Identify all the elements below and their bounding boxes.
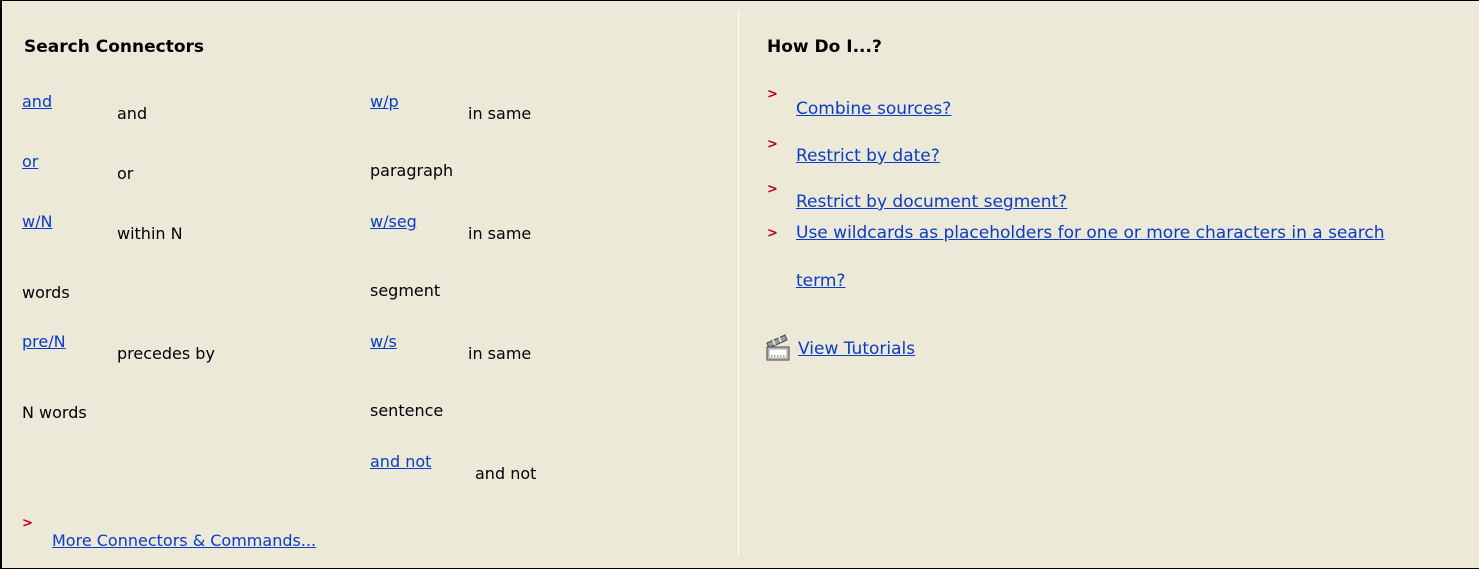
bullet-arrow-icon: > <box>767 87 778 102</box>
more-connectors-link[interactable]: More Connectors & Commands... <box>52 531 316 550</box>
connector-pren-desc: precedes by <box>117 344 215 363</box>
connector-wn-link[interactable]: w/N <box>22 212 52 231</box>
connector-wseg-desc: in same <box>468 224 532 243</box>
howto-wildcards-link-cont[interactable]: term? <box>796 271 845 291</box>
search-connectors-heading: Search Connectors <box>24 37 205 57</box>
connector-or-desc: or <box>117 164 134 183</box>
how-do-i-heading: How Do I...? <box>767 37 882 57</box>
connector-ws-desc: in same <box>468 344 532 363</box>
connector-ws-link[interactable]: w/s <box>370 332 397 351</box>
clapperboard-icon <box>766 334 790 361</box>
connector-and-desc: and <box>117 104 148 123</box>
connector-pren-desc-cont: N words <box>22 403 87 422</box>
connector-wp-desc-cont: paragraph <box>370 161 454 180</box>
column-divider <box>738 11 739 556</box>
howto-restrict-segment-link[interactable]: Restrict by document segment? <box>796 192 1067 212</box>
connector-and-link[interactable]: and <box>22 92 52 111</box>
connector-ws-desc-cont: sentence <box>370 401 444 420</box>
connector-wseg-desc-cont: segment <box>370 281 441 300</box>
howto-combine-sources-link[interactable]: Combine sources? <box>796 99 951 119</box>
connector-wp-link[interactable]: w/p <box>370 92 399 111</box>
connector-wseg-link[interactable]: w/seg <box>370 212 417 231</box>
connector-wn-desc-cont: words <box>22 283 70 302</box>
connector-or-link[interactable]: or <box>22 152 38 171</box>
connector-wp-desc: in same <box>468 104 532 123</box>
connector-wn-desc: within N <box>117 224 183 243</box>
connector-andnot-desc: and not <box>475 464 537 483</box>
bullet-arrow-icon: > <box>767 226 778 241</box>
view-tutorials-link[interactable]: View Tutorials <box>798 339 915 359</box>
howto-restrict-date-link[interactable]: Restrict by date? <box>796 146 940 166</box>
search-help-panel: Search Connectors and and or or w/N with… <box>0 0 1479 569</box>
connector-andnot-link[interactable]: and not <box>370 452 431 471</box>
bullet-arrow-icon: > <box>767 182 778 197</box>
connector-pren-link[interactable]: pre/N <box>22 332 66 351</box>
bullet-arrow-icon: > <box>22 516 33 531</box>
howto-wildcards-link[interactable]: Use wildcards as placeholders for one or… <box>796 223 1385 243</box>
bullet-arrow-icon: > <box>767 137 778 152</box>
